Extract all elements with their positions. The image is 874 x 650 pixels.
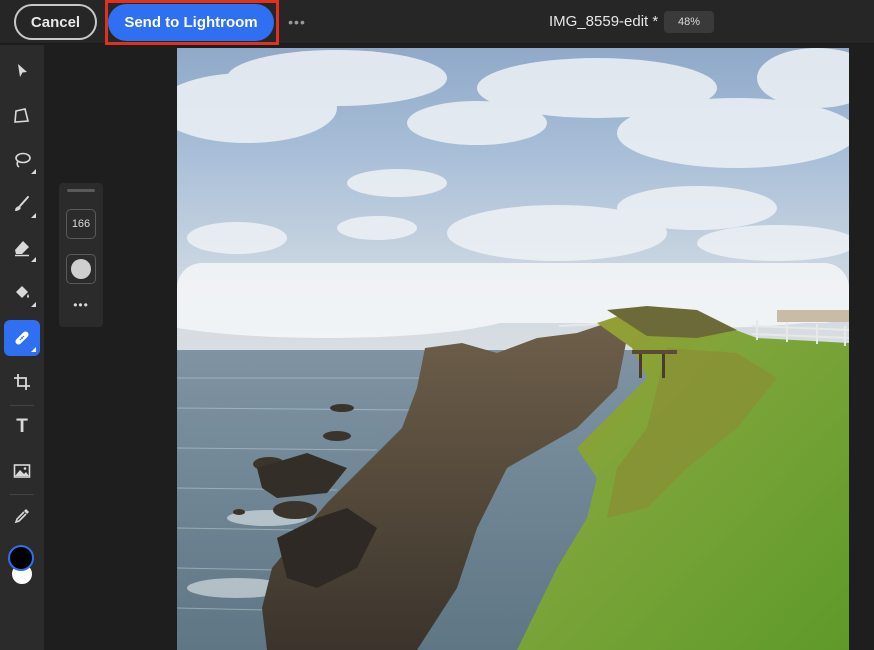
select-tool[interactable] <box>4 53 40 89</box>
zoom-level-button[interactable]: 48% <box>664 11 714 33</box>
paint-bucket-icon <box>16 286 29 298</box>
eyedropper-icon <box>14 509 29 524</box>
photo-canvas[interactable] <box>177 48 849 650</box>
brush-tool[interactable] <box>4 186 40 222</box>
brush-size-button[interactable]: 166 <box>66 209 96 239</box>
fill-tool[interactable] <box>4 275 40 311</box>
left-toolbar: T <box>0 45 44 650</box>
type-tool[interactable]: T <box>4 409 40 445</box>
toolbar-divider <box>10 405 34 406</box>
image-icon <box>13 464 31 478</box>
eraser-icon <box>15 241 29 257</box>
submenu-indicator-icon <box>31 257 36 262</box>
top-bar: Cancel Send to Lightroom ••• IMG_8559-ed… <box>0 0 874 45</box>
brush-icon <box>15 196 29 211</box>
lasso-tool[interactable] <box>4 142 40 178</box>
toolbar-divider <box>10 494 34 495</box>
healing-bandage-icon <box>15 331 29 345</box>
submenu-indicator-icon <box>31 213 36 218</box>
eyedropper-tool[interactable] <box>4 498 40 534</box>
image-tool[interactable] <box>4 453 40 489</box>
cancel-button[interactable]: Cancel <box>14 4 97 40</box>
more-options-button[interactable]: ••• <box>286 12 308 32</box>
foreground-color-swatch[interactable] <box>8 545 34 571</box>
healing-tool[interactable] <box>4 320 40 356</box>
submenu-indicator-icon <box>31 302 36 307</box>
coastal-cliff-photo <box>177 48 849 650</box>
brush-hardness-icon <box>71 259 91 279</box>
crop-icon <box>14 374 30 390</box>
brush-hardness-button[interactable] <box>66 254 96 284</box>
type-icon: T <box>16 416 28 437</box>
panel-drag-handle[interactable] <box>67 189 95 192</box>
brush-more-options-button[interactable]: ••• <box>66 297 96 313</box>
submenu-indicator-icon <box>31 347 36 352</box>
eraser-tool[interactable] <box>4 230 40 266</box>
transform-tool[interactable] <box>4 98 40 134</box>
send-to-lightroom-button[interactable]: Send to Lightroom <box>108 4 274 41</box>
document-title: IMG_8559-edit * <box>549 13 659 30</box>
transform-icon <box>14 108 30 123</box>
submenu-indicator-icon <box>31 169 36 174</box>
arrow-cursor-icon <box>18 64 27 77</box>
lasso-icon <box>15 152 31 168</box>
crop-tool[interactable] <box>4 364 40 400</box>
brush-options-panel: 166 ••• <box>59 183 103 327</box>
